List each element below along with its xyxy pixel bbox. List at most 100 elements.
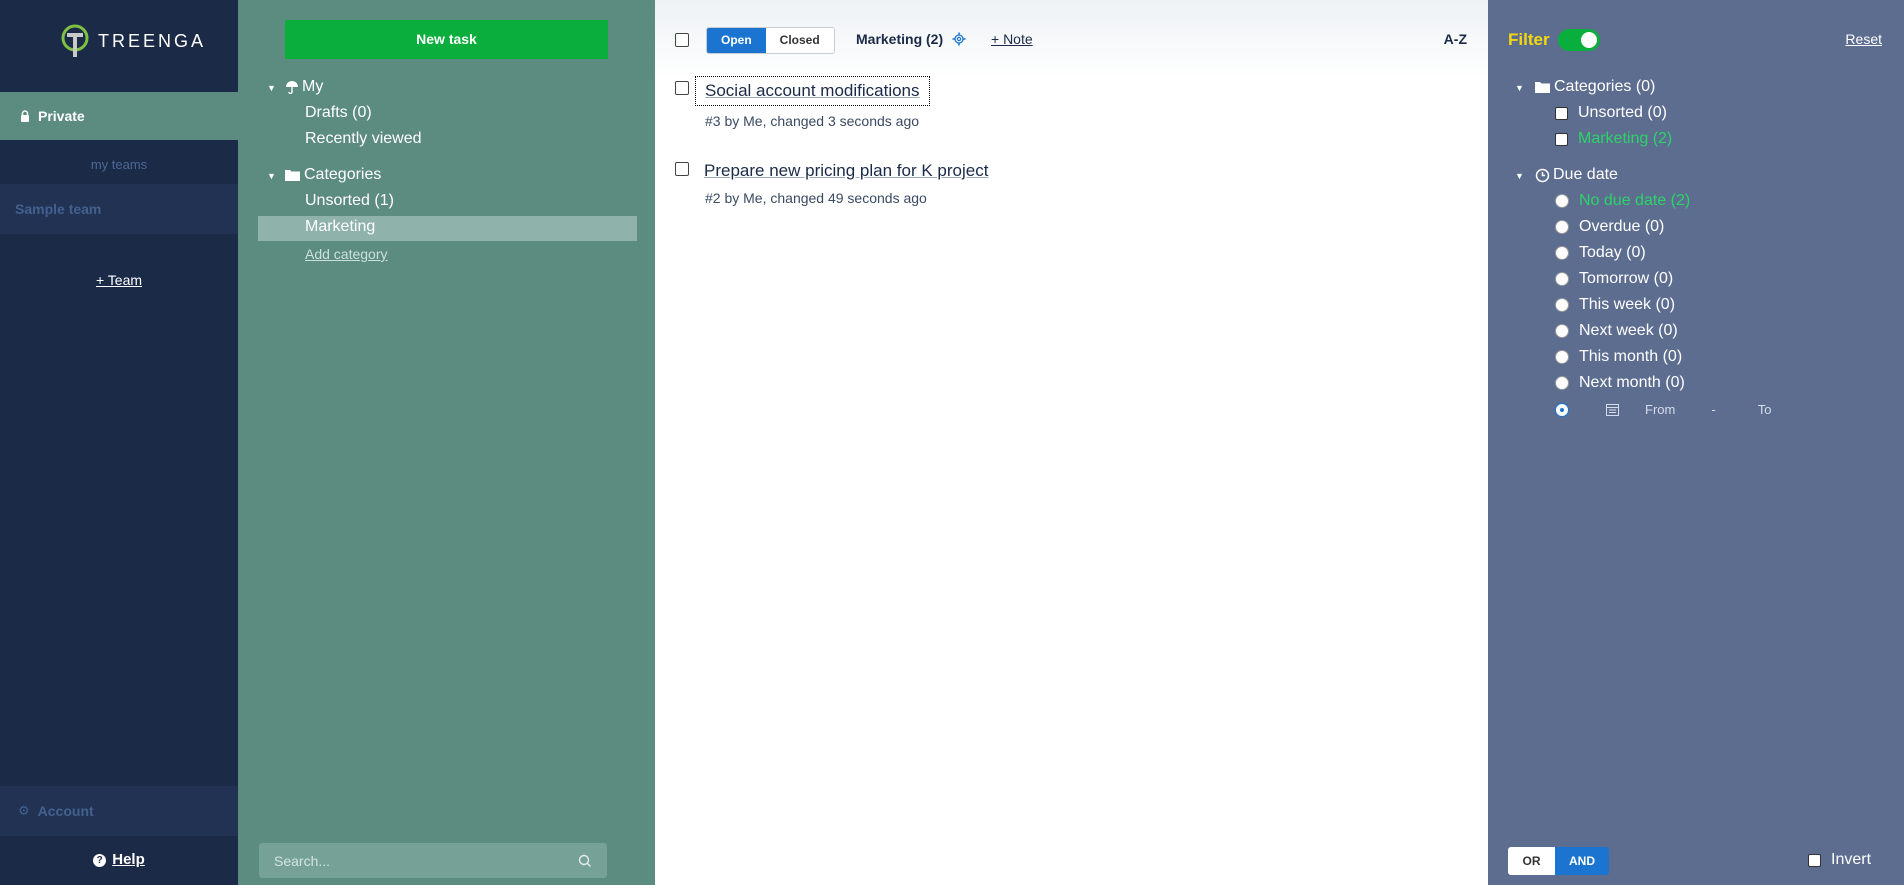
due-option-radio[interactable] (1555, 272, 1569, 286)
my-teams-heading: my teams (90, 157, 148, 172)
due-option-radio[interactable] (1555, 324, 1569, 338)
calendar-icon[interactable] (1606, 403, 1619, 416)
due-option-today[interactable]: Today (0) (1555, 244, 1646, 262)
category-settings-gear-icon[interactable] (952, 32, 966, 46)
search-icon[interactable] (578, 854, 592, 868)
due-option-radio[interactable] (1555, 194, 1569, 208)
filter-toggle[interactable] (1558, 29, 1600, 51)
task-checkbox[interactable] (675, 162, 689, 176)
due-option-this-month[interactable]: This month (0) (1555, 348, 1682, 366)
due-option-label: This month (0) (1579, 348, 1683, 365)
due-option-next-month[interactable]: Next month (0) (1555, 374, 1685, 392)
due-option-label: Tomorrow (0) (1579, 270, 1674, 287)
help-link[interactable]: ? Help (0, 851, 238, 868)
gear-icon: ⚙ (18, 803, 30, 818)
add-team-link[interactable]: + Team (0, 272, 238, 288)
task-list: Open Closed Marketing (2) + Note A-Z Soc… (655, 0, 1488, 885)
due-option-no-due-date[interactable]: No due date (2) (1555, 192, 1690, 210)
filter-logic-toggle: OR AND (1508, 847, 1609, 875)
my-label: My (302, 78, 324, 95)
expand-due-date-caret-icon[interactable]: ▼ (1515, 171, 1524, 181)
due-option-label: Next month (0) (1579, 374, 1685, 391)
workspace-private[interactable]: Private (0, 92, 238, 140)
team-item[interactable]: Sample team (0, 184, 238, 234)
due-option-overdue[interactable]: Overdue (0) (1555, 218, 1664, 236)
app-name: TREENGA (98, 30, 207, 51)
filter-category-marketing[interactable]: Marketing (2) (1555, 130, 1672, 148)
category-item-marketing[interactable]: Marketing (305, 218, 375, 236)
search-input[interactable] (274, 852, 554, 869)
due-option-tomorrow[interactable]: Tomorrow (0) (1555, 270, 1673, 288)
task-title-link[interactable]: Prepare new pricing plan for K project (704, 161, 988, 181)
filter-categories-section[interactable]: Categories (0) (1535, 78, 1655, 96)
filter-category-label: Unsorted (0) (1578, 104, 1667, 121)
task-checkbox[interactable] (675, 81, 689, 95)
workspace-private-label: Private (38, 108, 85, 124)
select-all-checkbox[interactable] (675, 33, 689, 47)
expand-filter-categories-caret-icon[interactable]: ▼ (1515, 83, 1524, 93)
date-to-field[interactable]: To (1758, 402, 1772, 417)
task-title-link[interactable]: Social account modifications (695, 76, 930, 106)
date-range-separator: - (1711, 402, 1716, 417)
lock-icon (21, 110, 29, 122)
and-button[interactable]: AND (1555, 847, 1609, 875)
clock-icon (1535, 168, 1550, 182)
task-meta: #2 by Me, changed 49 seconds ago (705, 190, 927, 206)
expand-my-caret-icon[interactable]: ▼ (267, 83, 276, 93)
due-option-radio[interactable] (1555, 376, 1569, 390)
filter-categories-label: Categories (0) (1554, 78, 1656, 95)
date-from-field[interactable]: From (1645, 402, 1675, 417)
category-title: Marketing (2) (856, 31, 966, 47)
add-category-link[interactable]: Add category (305, 246, 388, 262)
categories-panel: New task ▼ My Drafts (0) Recently viewed… (238, 0, 655, 885)
treenga-logo-icon (61, 24, 89, 57)
invert-checkbox[interactable] (1808, 853, 1821, 867)
new-task-button[interactable]: New task (285, 20, 608, 59)
due-option-label: This week (0) (1579, 296, 1676, 313)
filter-category-unsorted[interactable]: Unsorted (0) (1555, 104, 1667, 122)
due-option-next-week[interactable]: Next week (0) (1555, 322, 1678, 340)
filter-category-checkbox[interactable] (1555, 132, 1568, 146)
umbrella-icon (286, 81, 298, 94)
reset-filter-link[interactable]: Reset (1845, 31, 1882, 47)
due-range-radio[interactable] (1555, 402, 1569, 417)
due-option-label: Next week (0) (1579, 322, 1678, 339)
categories-section[interactable]: Categories (285, 166, 381, 184)
add-note-link[interactable]: + Note (991, 31, 1033, 47)
due-option-radio[interactable] (1555, 220, 1569, 234)
closed-tab[interactable]: Closed (765, 28, 834, 53)
status-toggle: Open Closed (706, 27, 835, 54)
account-item[interactable]: ⚙ Account (0, 786, 238, 836)
due-date-section[interactable]: Due date (1535, 166, 1618, 184)
due-option-label: Overdue (0) (1579, 218, 1665, 235)
treenga-logo[interactable]: TREENGA (60, 24, 206, 58)
filter-panel: Filter Reset ▼ Categories (0) Unsorted (… (1488, 0, 1904, 885)
folder-icon (1535, 82, 1550, 93)
due-option-this-week[interactable]: This week (0) (1555, 296, 1675, 314)
due-option-radio[interactable] (1555, 298, 1569, 312)
sort-az-button[interactable]: A-Z (1444, 31, 1467, 47)
my-section[interactable]: My (285, 78, 323, 96)
help-label: Help (112, 851, 145, 868)
account-label: Account (37, 803, 94, 819)
categories-label: Categories (304, 166, 382, 183)
filter-title: Filter (1508, 30, 1550, 49)
due-option-label: Today (0) (1579, 244, 1646, 261)
due-date-range: From - To (1555, 402, 1771, 417)
main-navigation: TREENGA Private my teams Sample team + T… (0, 0, 238, 885)
open-tab[interactable]: Open (707, 28, 766, 53)
task-meta: #3 by Me, changed 3 seconds ago (705, 113, 920, 129)
team-name: Sample team (15, 201, 102, 217)
category-title-text: Marketing (2) (856, 31, 944, 47)
category-item-unsorted[interactable]: Unsorted (1) (305, 192, 394, 210)
recently-viewed-item[interactable]: Recently viewed (305, 130, 422, 148)
expand-categories-caret-icon[interactable]: ▼ (267, 171, 276, 181)
due-option-radio[interactable] (1555, 246, 1569, 260)
invert-label: Invert (1831, 851, 1872, 868)
invert-filter[interactable]: Invert (1808, 851, 1871, 869)
due-option-radio[interactable] (1555, 350, 1569, 364)
filter-category-checkbox[interactable] (1555, 106, 1568, 120)
drafts-item[interactable]: Drafts (0) (305, 104, 372, 122)
due-option-label: No due date (2) (1579, 192, 1691, 209)
or-button[interactable]: OR (1508, 847, 1555, 875)
